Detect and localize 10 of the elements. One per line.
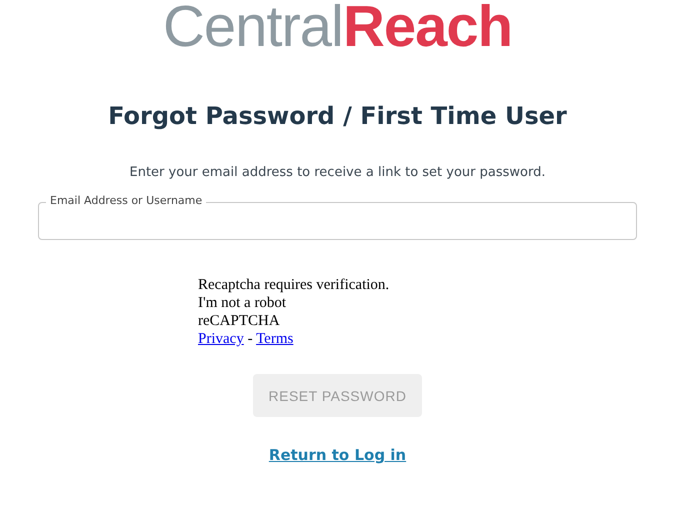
instructions-text: Enter your email address to receive a link to set your password. (129, 164, 546, 182)
page-title: Forgot Password / First Time User (108, 101, 567, 132)
privacy-link[interactable]: Privacy (198, 331, 244, 347)
recaptcha-brand: reCAPTCHA (198, 312, 281, 330)
logo: CentralReach (162, 0, 512, 58)
robot-label: I'm not a robot (198, 294, 288, 312)
return-to-login-link[interactable]: Return to Log in (268, 446, 406, 464)
separator-text: - (248, 331, 253, 347)
terms-link[interactable]: Terms (256, 331, 294, 347)
recaptcha-message: Recaptcha requires verification. (198, 276, 390, 294)
